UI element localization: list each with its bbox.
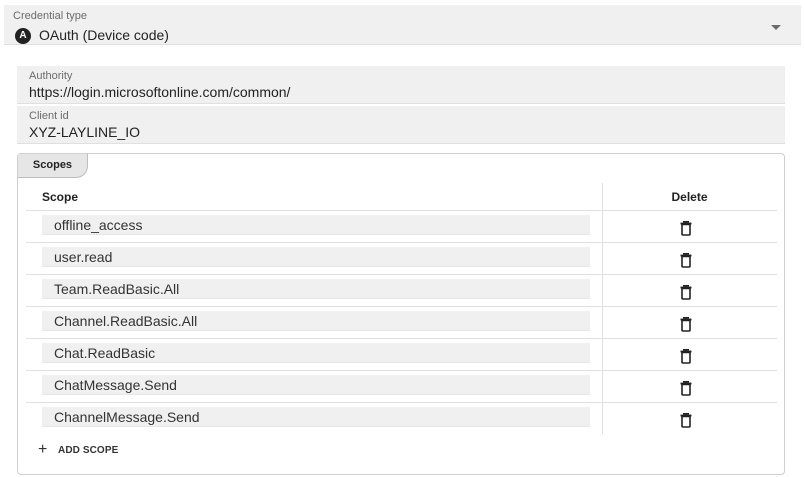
trash-icon[interactable] xyxy=(679,316,693,332)
trash-icon[interactable] xyxy=(679,348,693,364)
table-row xyxy=(26,243,777,275)
trash-icon[interactable] xyxy=(679,252,693,268)
scope-input[interactable] xyxy=(42,343,590,363)
trash-icon[interactable] xyxy=(679,380,693,396)
client-id-label: Client id xyxy=(29,110,69,122)
scope-input[interactable] xyxy=(42,279,590,299)
scope-column-header: Scope xyxy=(42,190,79,204)
authority-field[interactable]: Authority https://login.microsoftonline.… xyxy=(17,66,785,104)
scopes-table-header: Scope Delete xyxy=(26,183,777,211)
table-row xyxy=(26,211,777,243)
table-row xyxy=(26,403,777,435)
scope-input[interactable] xyxy=(42,407,590,427)
scopes-panel: Scopes Scope Delete + ADD SCOPE xyxy=(17,153,785,475)
scope-input[interactable] xyxy=(42,375,590,395)
table-row xyxy=(26,339,777,371)
scope-input[interactable] xyxy=(42,215,590,235)
credential-type-label: Credential type xyxy=(13,10,87,22)
add-scope-label: ADD SCOPE xyxy=(58,444,119,456)
client-id-field[interactable]: Client id XYZ-LAYLINE_IO xyxy=(17,106,785,144)
scopes-table: Scope Delete xyxy=(26,183,777,435)
table-row xyxy=(26,275,777,307)
authority-value[interactable]: https://login.microsoftonline.com/common… xyxy=(29,84,290,100)
client-id-value[interactable]: XYZ-LAYLINE_IO xyxy=(29,124,140,140)
credential-type-select[interactable]: Credential type A OAuth (Device code) xyxy=(4,5,801,45)
oauth-badge-icon: A xyxy=(15,28,31,44)
authority-label: Authority xyxy=(29,70,73,82)
scope-input[interactable] xyxy=(42,311,590,331)
credential-type-value: OAuth (Device code) xyxy=(39,27,169,43)
scope-input[interactable] xyxy=(42,247,590,267)
table-row xyxy=(26,371,777,403)
trash-icon[interactable] xyxy=(679,284,693,300)
trash-icon[interactable] xyxy=(679,220,693,236)
plus-icon: + xyxy=(38,441,48,458)
scopes-tab[interactable]: Scopes xyxy=(18,154,88,178)
delete-column-header: Delete xyxy=(671,190,708,204)
scopes-table-body xyxy=(26,211,777,435)
add-scope-button[interactable]: + ADD SCOPE xyxy=(38,442,118,458)
table-row xyxy=(26,307,777,339)
chevron-down-icon[interactable] xyxy=(771,25,781,30)
trash-icon[interactable] xyxy=(679,412,693,428)
